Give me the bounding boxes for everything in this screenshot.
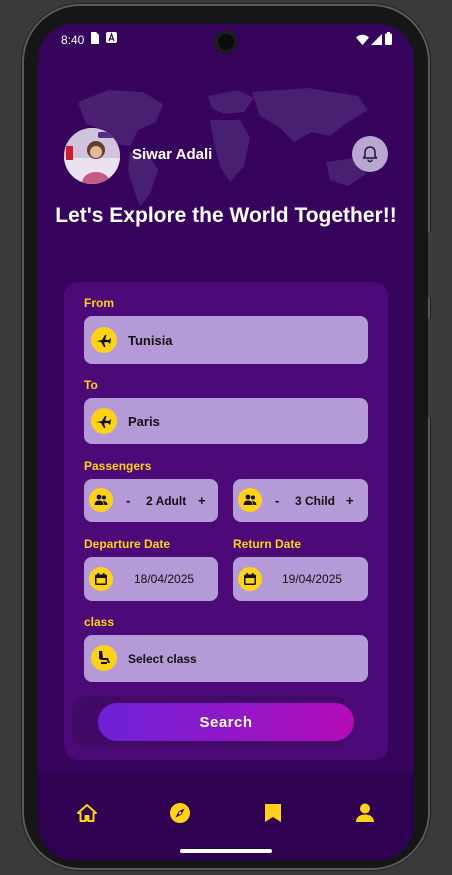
passengers-label: Passengers [84,459,152,473]
battery-icon [385,32,392,45]
nav-bookmarks[interactable] [262,802,284,824]
return-date-field[interactable]: 19/04/2025 [233,557,368,601]
return-date-label: Return Date [233,537,302,551]
volume-button [428,232,432,298]
child-decrement-button[interactable]: - [275,493,279,508]
class-select[interactable]: Select class [84,635,368,682]
from-value: Tunisia [128,333,173,348]
notifications-button[interactable] [352,136,388,172]
child-stepper: - 3 Child + [233,479,368,522]
compass-icon [170,803,190,823]
page-title: Let's Explore the World Together!! [55,204,397,227]
home-icon [77,804,97,822]
adult-increment-button[interactable]: + [198,493,206,508]
group-icon [89,488,113,512]
departure-date-label: Departure Date [84,537,171,551]
status-time: 8:40 [61,33,85,47]
nav-profile[interactable] [354,802,376,824]
power-button [428,318,432,418]
to-field[interactable]: Paris [84,398,368,444]
to-value: Paris [128,414,160,429]
from-field[interactable]: Tunisia [84,316,368,364]
class-value: Select class [128,652,197,666]
departure-date-field[interactable]: 18/04/2025 [84,557,218,601]
nav-explore[interactable] [169,802,191,824]
departure-date-value: 18/04/2025 [134,572,195,586]
seat-icon [91,645,117,671]
adult-decrement-button[interactable]: - [126,493,130,508]
child-count: 3 Child [295,494,336,508]
plane-icon [91,327,117,353]
signal-icon [371,34,382,45]
person-icon [356,803,374,822]
front-camera [214,30,238,54]
to-label: To [84,378,98,392]
sim-card-icon [91,32,99,44]
return-date-value: 19/04/2025 [282,572,343,586]
group-icon [238,488,262,512]
adult-count: 2 Adult [146,494,187,508]
home-indicator [180,849,272,853]
user-name: Siwar Adali [132,146,213,163]
calendar-icon [89,567,113,591]
bell-icon [362,146,378,163]
child-increment-button[interactable]: + [346,493,354,508]
notification-a-icon [106,32,117,43]
wifi-icon [356,34,369,45]
from-label: From [84,296,114,310]
profile-photo [64,128,120,184]
plane-icon [91,408,117,434]
bookmark-icon [265,804,281,822]
avatar[interactable] [64,128,120,184]
calendar-icon [238,567,262,591]
app-screen: 8:40 Siwar Adali Let's Explore the World… [38,24,414,860]
search-button[interactable]: Search [98,703,354,741]
nav-home[interactable] [76,802,98,824]
adult-stepper: - 2 Adult + [84,479,218,522]
class-label: class [84,615,115,629]
